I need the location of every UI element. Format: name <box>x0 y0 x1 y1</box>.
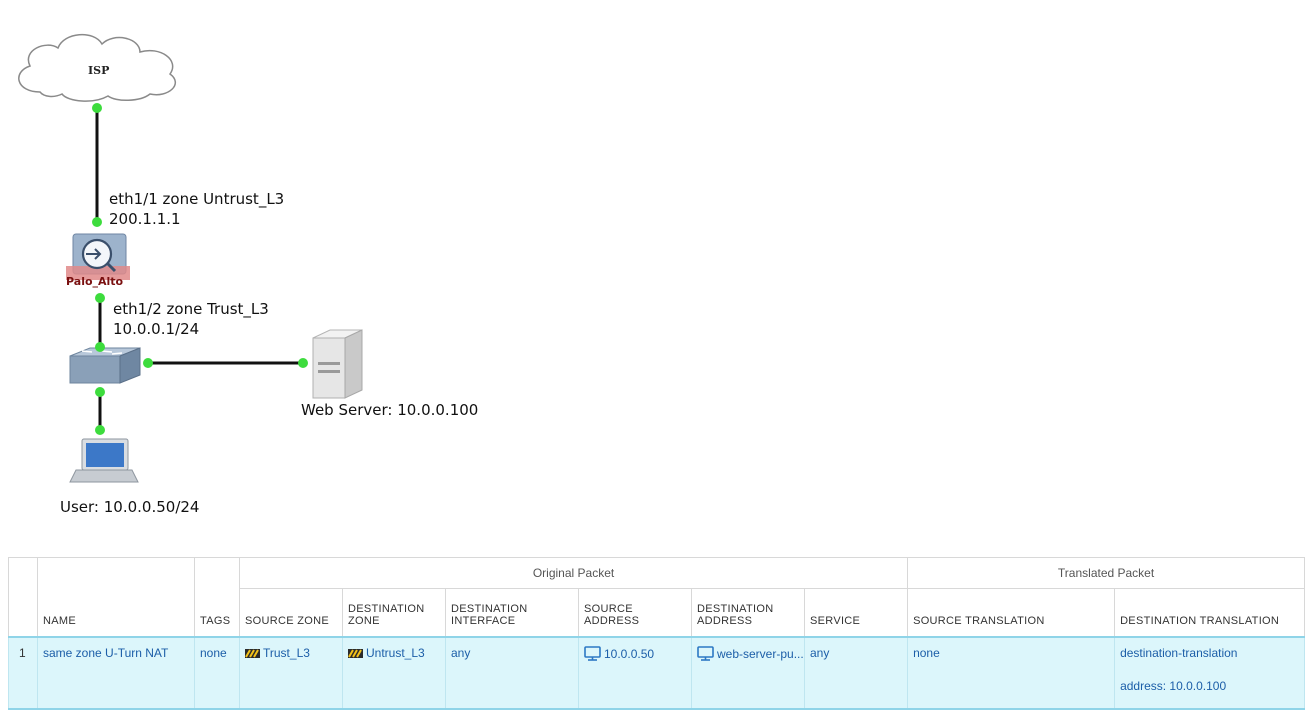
link-dot <box>95 387 105 397</box>
laptop-icon <box>69 438 139 483</box>
original-packet-group-header: Original Packet <box>238 557 909 589</box>
destination-translation-value: destination-translation <box>1120 645 1238 660</box>
column-header-source-zone[interactable]: SOURCE ZONE <box>239 588 343 637</box>
table-row[interactable]: 1 same zone U-Turn NAT none Trust_L3 Unt… <box>8 635 1306 710</box>
zone-icon <box>245 648 260 658</box>
source-zone-cell[interactable]: Trust_L3 <box>239 635 343 710</box>
group-header-row: Original Packet Translated Packet <box>8 557 1306 589</box>
web-server-icon <box>312 329 363 399</box>
destination-interface-value[interactable]: any <box>445 635 579 710</box>
link-dot <box>95 425 105 435</box>
nat-policy-table: Original Packet Translated Packet NAME T… <box>8 557 1306 710</box>
destination-zone-cell[interactable]: Untrust_L3 <box>342 635 446 710</box>
header-line: ADDRESS <box>697 614 753 627</box>
header-line: INTERFACE <box>451 614 516 627</box>
service-value[interactable]: any <box>803 635 909 710</box>
link-dot <box>95 293 105 303</box>
column-header-source-address[interactable]: SOURCE ADDRESS <box>578 588 692 637</box>
column-header-destination-interface[interactable]: DESTINATION INTERFACE <box>445 588 579 637</box>
column-header-destination-zone[interactable]: DESTINATION ZONE <box>342 588 446 637</box>
column-header-destination-address[interactable]: DESTINATION ADDRESS <box>691 588 805 637</box>
header-line: DESTINATION <box>697 602 774 615</box>
row-index: 1 <box>8 635 38 710</box>
zone-icon <box>348 648 363 658</box>
rule-name-link[interactable]: same zone U-Turn NAT <box>37 635 195 710</box>
switch-icon <box>69 347 141 384</box>
destination-zone-value: Untrust_L3 <box>366 645 425 660</box>
firewall-icon <box>66 233 130 280</box>
web-server-label: Web Server: 10.0.0.100 <box>301 401 479 419</box>
network-topology-diagram <box>18 34 363 483</box>
destination-address-value: web-server-pu... <box>717 646 804 661</box>
destination-translation-address: address: 10.0.0.100 <box>1120 678 1227 693</box>
header-line: DESTINATION <box>348 602 425 615</box>
destination-translation-cell[interactable]: destination-translation address: 10.0.0.… <box>1114 635 1306 710</box>
rule-tags: none <box>194 635 240 710</box>
column-header-index <box>8 588 38 637</box>
source-address-value: 10.0.0.50 <box>604 646 655 661</box>
address-object-icon <box>584 645 601 661</box>
user-label: User: 10.0.0.50/24 <box>60 498 200 516</box>
link-dot <box>92 103 102 113</box>
column-header-row: NAME TAGS SOURCE ZONE DESTINATION ZONE DE… <box>8 588 1306 637</box>
source-translation-value[interactable]: none <box>907 635 1116 710</box>
column-header-source-translation[interactable]: SOURCE TRANSLATION <box>907 588 1116 637</box>
firewall-label: Palo_Alto <box>66 275 124 288</box>
link-dot <box>95 342 105 352</box>
column-header-destination-translation[interactable]: DESTINATION TRANSLATION <box>1114 588 1306 637</box>
destination-address-cell[interactable]: web-server-pu... <box>691 635 805 710</box>
header-line: ZONE <box>348 614 380 627</box>
eth1-zone-label: eth1/1 zone Untrust_L3 <box>109 190 285 208</box>
link-dot <box>143 358 153 368</box>
address-object-icon <box>697 645 714 661</box>
header-blank <box>8 557 38 589</box>
header-blank <box>37 557 195 589</box>
eth2-zone-label: eth1/2 zone Trust_L3 <box>113 300 269 318</box>
link-dot <box>298 358 308 368</box>
source-zone-value: Trust_L3 <box>263 645 310 660</box>
eth2-ip-label: 10.0.0.1/24 <box>113 320 200 338</box>
translated-packet-group-header: Translated Packet <box>907 557 1306 589</box>
column-header-service[interactable]: SERVICE <box>803 588 909 637</box>
eth1-ip-label: 200.1.1.1 <box>109 210 181 228</box>
header-line: DESTINATION <box>451 602 528 615</box>
column-header-name[interactable]: NAME <box>37 588 195 637</box>
source-address-cell[interactable]: 10.0.0.50 <box>578 635 692 710</box>
column-header-tags[interactable]: TAGS <box>194 588 240 637</box>
isp-label: ISP <box>88 64 110 77</box>
header-blank <box>194 557 240 589</box>
link-dot <box>92 217 102 227</box>
